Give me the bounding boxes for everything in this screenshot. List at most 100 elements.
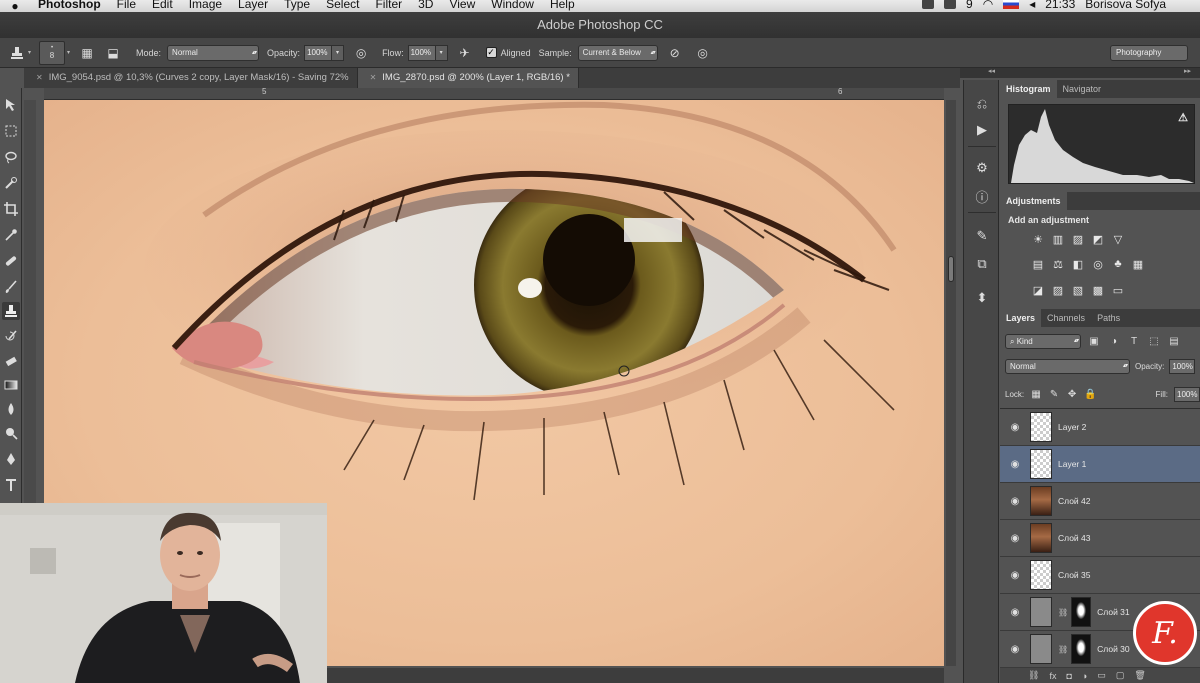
- tab-histogram[interactable]: Histogram: [1000, 80, 1057, 98]
- pressure-opacity-icon[interactable]: ◎: [352, 44, 370, 62]
- brush-icon[interactable]: [2, 278, 20, 296]
- tab-adjustments[interactable]: Adjustments: [1000, 192, 1067, 210]
- clone-stamp-preset-icon[interactable]: [8, 44, 26, 62]
- menu-help[interactable]: Help: [542, 0, 583, 10]
- opacity-input[interactable]: 100%: [304, 44, 333, 61]
- lock-position-icon[interactable]: ✥: [1066, 389, 1078, 400]
- visibility-eye-icon[interactable]: ◉: [1000, 533, 1030, 544]
- shape-filter-icon[interactable]: ⬚: [1147, 334, 1161, 348]
- new-group-icon[interactable]: ▭: [1097, 670, 1106, 681]
- layer-opacity-input[interactable]: 100%: [1169, 358, 1196, 374]
- ruler-horizontal[interactable]: 5 6: [44, 87, 944, 100]
- language-flag-icon[interactable]: [1003, 0, 1020, 9]
- visibility-eye-icon[interactable]: ◉: [1000, 607, 1030, 618]
- wifi-icon[interactable]: ◠: [983, 0, 993, 11]
- scroll-thumb[interactable]: [948, 256, 954, 282]
- vertical-scrollbar[interactable]: [946, 100, 956, 666]
- panel-collapse-strip[interactable]: ◂◂ ▸▸: [960, 68, 1200, 78]
- close-tab-icon[interactable]: ✕: [370, 68, 377, 88]
- type-filter-icon[interactable]: T: [1127, 334, 1141, 348]
- lock-all-icon[interactable]: 🔒: [1084, 389, 1096, 400]
- menu-type[interactable]: Type: [276, 0, 318, 10]
- collapse-dock-icon[interactable]: ◂◂: [988, 67, 995, 75]
- layer-name[interactable]: Layer 1: [1058, 459, 1086, 469]
- menu-3d[interactable]: 3D: [410, 0, 441, 10]
- history-panel-icon[interactable]: ⎌: [972, 94, 992, 114]
- opacity-slider-toggle[interactable]: ▾: [332, 44, 345, 61]
- fill-input[interactable]: 100%: [1174, 386, 1200, 402]
- crop-icon[interactable]: [2, 200, 20, 218]
- tray-app-icon[interactable]: [922, 0, 935, 9]
- actions-panel-icon[interactable]: ▶: [972, 120, 992, 140]
- dodge-icon[interactable]: [2, 424, 20, 442]
- layer-row[interactable]: ◉ Layer 2: [1000, 409, 1200, 446]
- menu-image[interactable]: Image: [181, 0, 230, 10]
- workspace-switcher[interactable]: Photography: [1110, 44, 1188, 61]
- blend-mode-select[interactable]: Normal: [1005, 358, 1130, 374]
- menu-app-name[interactable]: Photoshop: [30, 0, 109, 10]
- healing-brush-icon[interactable]: [2, 252, 20, 270]
- tool-presets-icon[interactable]: ⬍: [972, 288, 992, 308]
- layer-kind-filter[interactable]: ⌕ Kind: [1005, 333, 1081, 349]
- gradient-map-icon[interactable]: ▩: [1090, 282, 1106, 298]
- mask-link-icon[interactable]: ⛓: [1058, 608, 1068, 617]
- layer-name[interactable]: Слой 42: [1058, 496, 1091, 506]
- lasso-icon[interactable]: [2, 148, 20, 166]
- lock-pixels-icon[interactable]: ✎: [1048, 389, 1060, 400]
- properties-panel-icon[interactable]: ⚙: [972, 158, 992, 178]
- brush-dropdown-arrow[interactable]: ▾: [67, 49, 70, 56]
- posterize-icon[interactable]: ▨: [1050, 282, 1066, 298]
- menu-view[interactable]: View: [441, 0, 483, 10]
- hue-saturation-icon[interactable]: ▤: [1030, 256, 1046, 272]
- mode-select[interactable]: Normal: [167, 44, 260, 61]
- levels-icon[interactable]: ▥: [1050, 231, 1066, 247]
- flow-slider-toggle[interactable]: ▾: [435, 44, 448, 61]
- tab-layers[interactable]: Layers: [1000, 309, 1042, 327]
- tab-channels[interactable]: Channels: [1041, 309, 1091, 327]
- type-icon[interactable]: [2, 476, 20, 494]
- info-panel-icon[interactable]: ⓘ: [972, 186, 992, 206]
- layer-row-selected[interactable]: ◉ Layer 1: [1000, 446, 1200, 483]
- smart-object-filter-icon[interactable]: ▤: [1167, 334, 1181, 348]
- visibility-eye-icon[interactable]: ◉: [1000, 496, 1030, 507]
- menu-edit[interactable]: Edit: [144, 0, 181, 10]
- quick-select-icon[interactable]: [2, 174, 20, 192]
- pen-icon[interactable]: [2, 450, 20, 468]
- tab-img-2870[interactable]: ✕ IMG_2870.psd @ 200% (Layer 1, RGB/16) …: [357, 68, 579, 88]
- sample-select[interactable]: Current & Below: [577, 44, 658, 61]
- selective-color-icon[interactable]: ▭: [1110, 282, 1126, 298]
- vibrance-icon[interactable]: ▽: [1110, 231, 1126, 247]
- visibility-eye-icon[interactable]: ◉: [1000, 644, 1030, 655]
- brush-presets-icon[interactable]: ✎: [972, 226, 992, 246]
- layer-row[interactable]: ◉ Слой 35: [1000, 557, 1200, 594]
- apple-menu-icon[interactable]: ●: [0, 0, 30, 12]
- curves-icon[interactable]: ▨: [1070, 231, 1086, 247]
- user-name[interactable]: Borisova Sofya: [1085, 0, 1166, 11]
- link-layers-icon[interactable]: ⛓: [1028, 670, 1039, 681]
- brush-size-picker[interactable]: • 8: [39, 40, 66, 65]
- layer-mask-thumbnail[interactable]: [1071, 634, 1092, 664]
- new-layer-icon[interactable]: ▢: [1116, 670, 1125, 681]
- brush-panel-icon[interactable]: ▦: [78, 44, 96, 62]
- pixel-filter-icon[interactable]: ▣: [1087, 334, 1101, 348]
- layer-row[interactable]: ◉ Слой 43: [1000, 520, 1200, 557]
- eraser-icon[interactable]: [2, 352, 20, 370]
- layer-style-icon[interactable]: fx: [1049, 671, 1056, 681]
- invert-icon[interactable]: ◪: [1030, 282, 1046, 298]
- clone-stamp-icon[interactable]: [2, 302, 20, 320]
- menu-file[interactable]: File: [109, 0, 144, 10]
- clone-source-icon[interactable]: ⧉: [972, 254, 992, 274]
- aligned-checkbox[interactable]: ✓: [485, 47, 497, 58]
- move-icon[interactable]: [2, 96, 20, 114]
- eyedropper-icon[interactable]: [2, 226, 20, 244]
- black-white-icon[interactable]: ◧: [1070, 256, 1086, 272]
- visibility-eye-icon[interactable]: ◉: [1000, 459, 1030, 470]
- tray-bag-icon[interactable]: [944, 0, 957, 9]
- layer-row[interactable]: ◉ Слой 42: [1000, 483, 1200, 520]
- menu-select[interactable]: Select: [318, 0, 367, 10]
- preset-dropdown-arrow[interactable]: ▾: [28, 49, 31, 56]
- cache-warning-icon[interactable]: ⚠: [1178, 111, 1188, 124]
- channel-mixer-icon[interactable]: ♣: [1110, 256, 1126, 272]
- close-tab-icon[interactable]: ✕: [36, 68, 43, 88]
- tab-img-9054[interactable]: ✕ IMG_9054.psd @ 10,3% (Curves 2 copy, L…: [24, 68, 358, 88]
